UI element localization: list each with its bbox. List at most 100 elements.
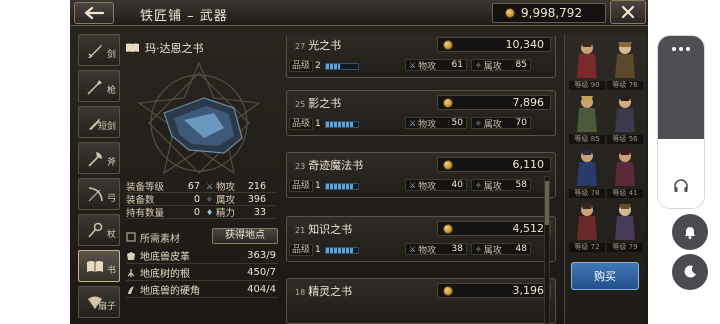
tab-axe[interactable]: 斧 xyxy=(78,142,120,174)
party-member[interactable]: 等级 72 xyxy=(569,200,605,252)
sword-icon: ⚔ xyxy=(206,181,214,191)
item-title: 21 知识之书 xyxy=(295,221,352,237)
list-item[interactable]: 25 影之书 7,896 品级 1 ⚔ 物攻 50 ✧ 属攻 70 xyxy=(286,90,556,136)
quality-label: 品级 xyxy=(289,118,314,130)
materials-title: 所需素材 xyxy=(140,233,180,245)
party-member[interactable]: 等级 56 xyxy=(607,92,643,144)
stat-label: 属攻 xyxy=(216,195,236,206)
physical-attack: ⚔ 物攻 40 xyxy=(405,179,467,192)
list-item[interactable]: 23 奇迹魔法书 6,110 品级 1 ⚔ 物攻 40 ✧ 属攻 58 xyxy=(286,152,556,198)
scroll-thumb[interactable] xyxy=(545,181,549,225)
item-level: 27 xyxy=(295,42,306,51)
quality-bar xyxy=(324,120,359,128)
stat-value: 70 xyxy=(515,118,527,128)
stat-label: 装备数 xyxy=(126,195,155,206)
coin-icon xyxy=(443,40,453,50)
list-item[interactable]: 21 知识之书 4,512 品级 1 ⚔ 物攻 38 ✧ 属攻 48 xyxy=(286,216,556,262)
magic-icon: ✧ xyxy=(475,60,482,70)
member-level: 等级 78 xyxy=(569,189,605,198)
tab-staff[interactable]: 杖 xyxy=(78,214,120,246)
tab-sword[interactable]: 剑 xyxy=(78,34,120,66)
tab-spear[interactable]: 枪 xyxy=(78,70,120,102)
member-level: 等级 85 xyxy=(569,135,605,144)
quality-value: 1 xyxy=(315,181,321,191)
tab-dagger[interactable]: 短剑 xyxy=(78,106,120,138)
material-row[interactable]: 地底兽皮革 363/9 xyxy=(126,248,278,264)
party-member[interactable]: 等级 90 xyxy=(569,38,605,90)
elemental-attack: ✧ 属攻 85 xyxy=(471,59,531,72)
elemental-attack: ✧ 属攻 70 xyxy=(471,117,531,130)
get-location-button[interactable]: 获得地点 xyxy=(212,228,278,244)
material-row[interactable]: 地底树的根 450/7 xyxy=(126,265,278,281)
stat-value: 85 xyxy=(515,60,527,70)
party-panel: 等级 90 等级 76 等级 85 等级 56 等级 78 等级 41 等级 7… xyxy=(564,34,646,324)
stat-label: 属攻 xyxy=(483,119,502,130)
sword-icon: ⚔ xyxy=(409,118,417,128)
gold-amount: 9,998,792 xyxy=(521,6,583,20)
party-member[interactable]: 等级 76 xyxy=(607,38,643,90)
more-icon[interactable] xyxy=(671,46,691,52)
item-name: 奇迹魔法书 xyxy=(308,159,364,172)
stat-value: 61 xyxy=(451,60,463,70)
top-bar: 铁匠铺 – 武器 9,998,792 xyxy=(70,0,648,26)
stat-label: 属攻 xyxy=(483,181,502,192)
sword-icon: ⚔ xyxy=(409,60,417,70)
game-screen: 铁匠铺 – 武器 9,998,792 剑 枪 短剑 斧 弓 杖 书 扇子 玛·达… xyxy=(70,0,648,324)
back-button[interactable] xyxy=(74,2,114,24)
tab-label: 书 xyxy=(106,266,116,276)
materials-icon xyxy=(126,232,136,242)
tab-book[interactable]: 书 xyxy=(78,250,120,282)
item-attributes: 品级 1 ⚔ 物攻 38 ✧ 属攻 48 xyxy=(289,243,553,257)
material-row[interactable]: 地底兽的硬角 404/4 xyxy=(126,282,278,298)
coin-icon xyxy=(505,8,515,18)
root-icon xyxy=(127,268,135,277)
stat-label: 属攻 xyxy=(483,61,502,72)
stat-value: 58 xyxy=(515,180,527,190)
party-member[interactable]: 等级 85 xyxy=(569,92,605,144)
quality-bar xyxy=(324,182,359,190)
tab-label: 剑 xyxy=(106,50,116,60)
character-sprite xyxy=(577,42,597,78)
material-count: 404/4 xyxy=(247,284,276,295)
party-member[interactable]: 等级 78 xyxy=(569,146,605,198)
materials-header: 所需素材 获得地点 xyxy=(126,228,278,246)
item-name: 知识之书 xyxy=(308,223,353,236)
back-arrow-icon xyxy=(84,6,105,20)
list-item[interactable]: 18 精灵之书 3,196 xyxy=(286,278,556,324)
item-level: 25 xyxy=(295,100,306,109)
list-item[interactable]: 27 光之书 10,340 品级 2 ⚔ 物攻 61 ✧ 属攻 85 xyxy=(286,36,556,78)
party-member[interactable]: 等级 79 xyxy=(607,200,643,252)
stat-value: 0 xyxy=(193,193,200,205)
item-price: 3,196 xyxy=(437,283,551,298)
item-title: 27 光之书 xyxy=(295,37,341,53)
close-button[interactable] xyxy=(610,0,646,24)
headphones-icon[interactable] xyxy=(673,178,689,194)
sword-icon xyxy=(88,44,102,58)
magic-icon: ✧ xyxy=(475,180,482,190)
magic-icon: ✧ xyxy=(475,118,482,128)
stat-row: 持有数量 0 ♦ 精力 33 xyxy=(126,206,276,219)
member-level: 等级 79 xyxy=(607,243,643,252)
coin-icon xyxy=(443,98,453,108)
material-count: 363/9 xyxy=(247,250,276,261)
quality-bar-fill xyxy=(325,247,353,253)
system-side-bar xyxy=(654,0,720,324)
character-sprite xyxy=(577,150,597,186)
stat-value: 67 xyxy=(187,180,200,192)
member-level: 等级 76 xyxy=(607,81,643,90)
tab-label: 枪 xyxy=(106,86,116,96)
tab-label: 短剑 xyxy=(97,122,116,132)
tab-bow[interactable]: 弓 xyxy=(78,178,120,210)
character-sprite xyxy=(615,96,635,132)
stat-label: 物攻 xyxy=(418,61,437,72)
notification-toggle[interactable] xyxy=(672,214,708,250)
page-title: 铁匠铺 – 武器 xyxy=(140,9,228,24)
night-mode-toggle[interactable] xyxy=(672,254,708,290)
buy-button[interactable]: 购买 xyxy=(571,262,639,290)
tab-label: 弓 xyxy=(106,194,116,204)
party-member[interactable]: 等级 41 xyxy=(607,146,643,198)
tab-fan[interactable]: 扇子 xyxy=(78,286,120,318)
item-title: 18 精灵之书 xyxy=(295,283,352,299)
item-name: 光之书 xyxy=(308,39,342,52)
list-scrollbar[interactable] xyxy=(544,176,550,324)
